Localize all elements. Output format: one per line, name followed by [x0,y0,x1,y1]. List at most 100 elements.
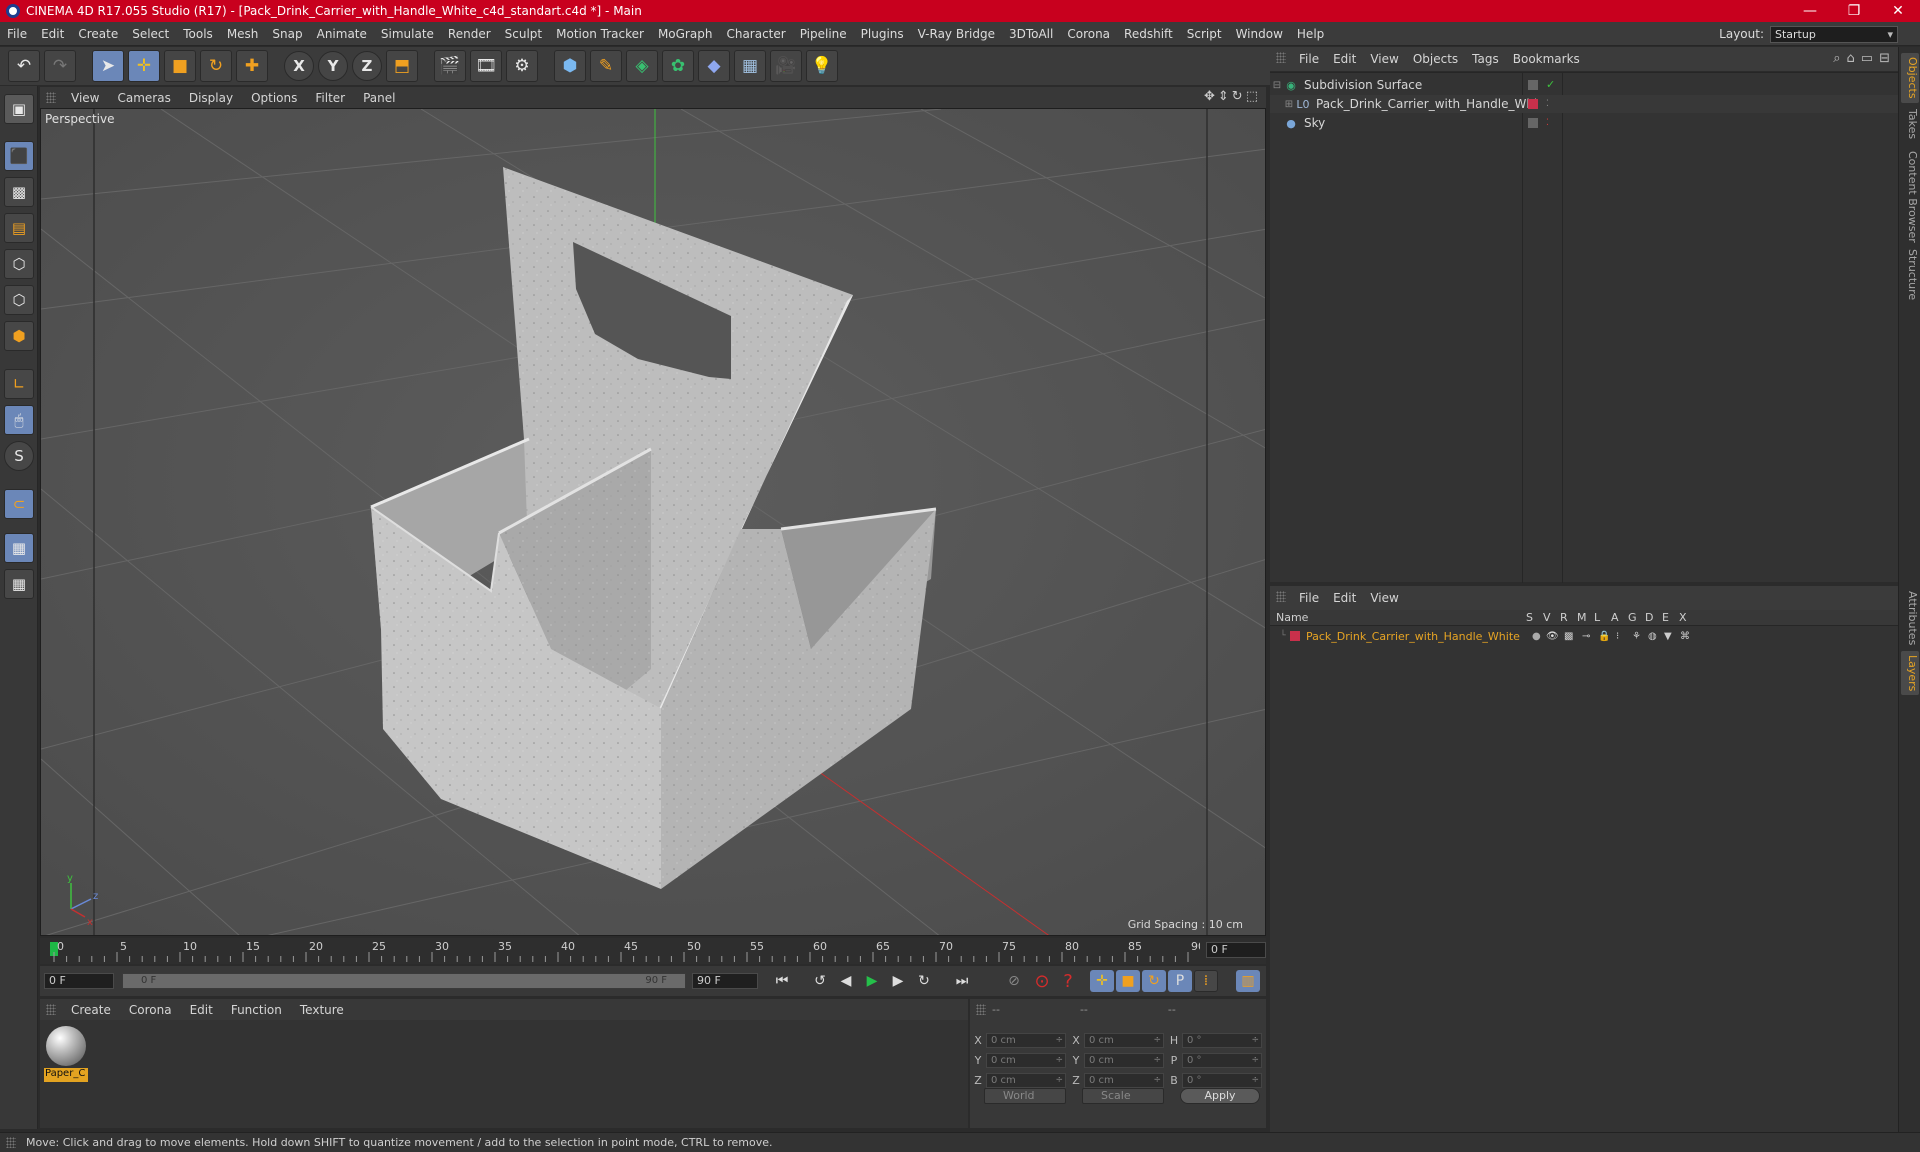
tab-structure[interactable]: Structure [1901,245,1919,304]
menu-motion-tracker[interactable]: Motion Tracker [549,27,651,41]
mograph-cloner-icon[interactable]: ✿ [662,50,694,82]
minimize-button[interactable]: — [1788,0,1832,22]
coordinate-system-icon[interactable]: ⬒ [386,50,418,82]
filter-icon[interactable]: ▭ [1861,51,1873,66]
rotate-tool-icon[interactable]: ↻ [200,50,232,82]
key-position-icon[interactable]: ✛ [1090,970,1114,992]
size-x-field[interactable]: 0 cm [1084,1032,1164,1048]
position-y-field[interactable]: 0 cm [986,1052,1066,1068]
layout-dropdown[interactable]: Startup [1770,25,1898,43]
column-generators[interactable]: G [1628,611,1637,624]
previous-frame-icon[interactable]: ◀ [834,970,858,992]
column-expressions[interactable]: E [1662,611,1669,624]
menu-script[interactable]: Script [1180,27,1229,41]
column-render[interactable]: R [1560,611,1568,624]
object-row-subdivision-surface[interactable]: ⊟ ◉ Subdivision Surface ✓ [1270,76,1898,94]
orbit-view-icon[interactable]: ↻ [1232,89,1243,104]
search-icon[interactable]: ⌕ [1833,51,1840,66]
tab-objects[interactable]: Objects [1901,53,1919,103]
material-menu-edit[interactable]: Edit [181,1003,222,1017]
tweak-mode-icon[interactable]: 🖱 [4,405,34,435]
layer-row[interactable]: └ Pack_Drink_Carrier_with_Handle_White ●… [1270,628,1898,644]
object-row-sky[interactable]: ● Sky ⁚ [1270,114,1898,132]
polygon-mode-icon[interactable]: ⬢ [4,321,34,351]
menu-select[interactable]: Select [125,27,176,41]
previous-key-icon[interactable]: ↺ [808,970,832,992]
layer-render-icon[interactable]: ▩ [1564,631,1573,642]
zoom-view-icon[interactable]: ⇕ [1218,89,1229,104]
layer-color-swatch[interactable] [1290,631,1300,641]
select-cursor-icon[interactable]: ➤ [92,50,124,82]
next-frame-icon[interactable]: ▶ [886,970,910,992]
size-z-field[interactable]: 0 cm [1084,1072,1164,1088]
material-swatch[interactable]: Paper_C [44,1024,88,1082]
objmgr-menu-objects[interactable]: Objects [1406,52,1465,66]
material-menu-function[interactable]: Function [222,1003,291,1017]
visibility-toggle-icon[interactable] [1528,80,1538,90]
layer-lock-icon[interactable]: 🔒 [1598,631,1610,642]
cube-primitive-icon[interactable]: ⬢ [554,50,586,82]
column-deformers[interactable]: D [1645,611,1653,624]
pen-spline-icon[interactable]: ✎ [590,50,622,82]
layermgr-menu-edit[interactable]: Edit [1326,591,1363,605]
move-tool-icon[interactable]: ✛ [128,50,160,82]
layer-deformer-icon[interactable]: ◍ [1648,631,1657,642]
objmgr-menu-file[interactable]: File [1292,52,1326,66]
camera-icon[interactable]: 🎥 [770,50,802,82]
current-frame-field[interactable]: 0 F [1206,942,1266,958]
menu-help[interactable]: Help [1290,27,1331,41]
render-picture-viewer-icon[interactable]: 🎞 [470,50,502,82]
layermgr-menu-view[interactable]: View [1363,591,1405,605]
collapse-toggle-icon[interactable]: ⊟ [1270,80,1284,91]
live-selection-icon[interactable]: ✚ [236,50,268,82]
rotation-p-field[interactable]: 0 ° [1182,1052,1262,1068]
keyframe-selection-icon[interactable]: ? [1056,970,1080,992]
layer-expression-icon[interactable]: ▼ [1664,631,1672,642]
subdivision-generator-icon[interactable]: ◈ [626,50,658,82]
column-locked[interactable]: L [1594,611,1600,624]
panel-grip-icon[interactable] [46,92,56,103]
key-parameter-icon[interactable]: P [1168,970,1192,992]
column-xref[interactable]: X [1679,611,1687,624]
layer-xref-icon[interactable]: ⌘ [1680,631,1690,642]
rotation-h-field[interactable]: 0 ° [1182,1032,1262,1048]
maximize-button[interactable]: ❐ [1832,0,1876,22]
layer-view-icon[interactable]: 👁 [1546,631,1559,642]
y-axis-lock-icon[interactable]: Y [318,51,348,81]
object-row-pack-drink-carrier[interactable]: ⊞ L0 Pack_Drink_Carrier_with_Handle_Whit… [1270,95,1898,113]
lock-workplane-icon[interactable]: ▦ [4,533,34,563]
expand-toggle-icon[interactable]: ⊞ [1270,99,1296,110]
tab-content-browser[interactable]: Content Browser [1901,147,1919,247]
menu-mesh[interactable]: Mesh [220,27,266,41]
x-axis-lock-icon[interactable]: X [284,51,314,81]
menu-character[interactable]: Character [719,27,792,41]
model-mode-icon[interactable]: ⬛ [4,141,34,171]
go-to-start-icon[interactable]: ⏮ [770,970,794,992]
objmgr-menu-edit[interactable]: Edit [1326,52,1363,66]
home-icon[interactable]: ⌂ [1847,51,1855,66]
go-to-end-icon[interactable]: ⏭ [950,970,974,992]
tab-attributes[interactable]: Attributes [1901,587,1919,649]
menu-window[interactable]: Window [1229,27,1290,41]
menu-file[interactable]: File [0,27,34,41]
key-scale-icon[interactable]: ■ [1116,970,1140,992]
menu-plugins[interactable]: Plugins [854,27,911,41]
size-y-field[interactable]: 0 cm [1084,1052,1164,1068]
menu-edit[interactable]: Edit [34,27,71,41]
make-editable-icon[interactable]: ▣ [4,94,34,124]
redo-icon[interactable]: ↷ [44,50,76,82]
pan-view-icon[interactable]: ✥ [1204,89,1215,104]
visibility-toggle-icon[interactable] [1528,118,1538,128]
position-z-field[interactable]: 0 cm [986,1072,1066,1088]
column-view[interactable]: V [1543,611,1551,624]
axis-mode-icon[interactable]: ∟ [4,369,34,399]
scale-tool-icon[interactable]: ■ [164,50,196,82]
menu-3dtoall[interactable]: 3DToAll [1002,27,1060,41]
material-menu-corona[interactable]: Corona [120,1003,181,1017]
menu-sculpt[interactable]: Sculpt [498,27,549,41]
menu-vray-bridge[interactable]: V-Ray Bridge [911,27,1002,41]
column-solo[interactable]: S [1526,611,1533,624]
column-manager[interactable]: M [1577,611,1587,624]
menu-mograph[interactable]: MoGraph [651,27,720,41]
objmgr-menu-tags[interactable]: Tags [1465,52,1506,66]
